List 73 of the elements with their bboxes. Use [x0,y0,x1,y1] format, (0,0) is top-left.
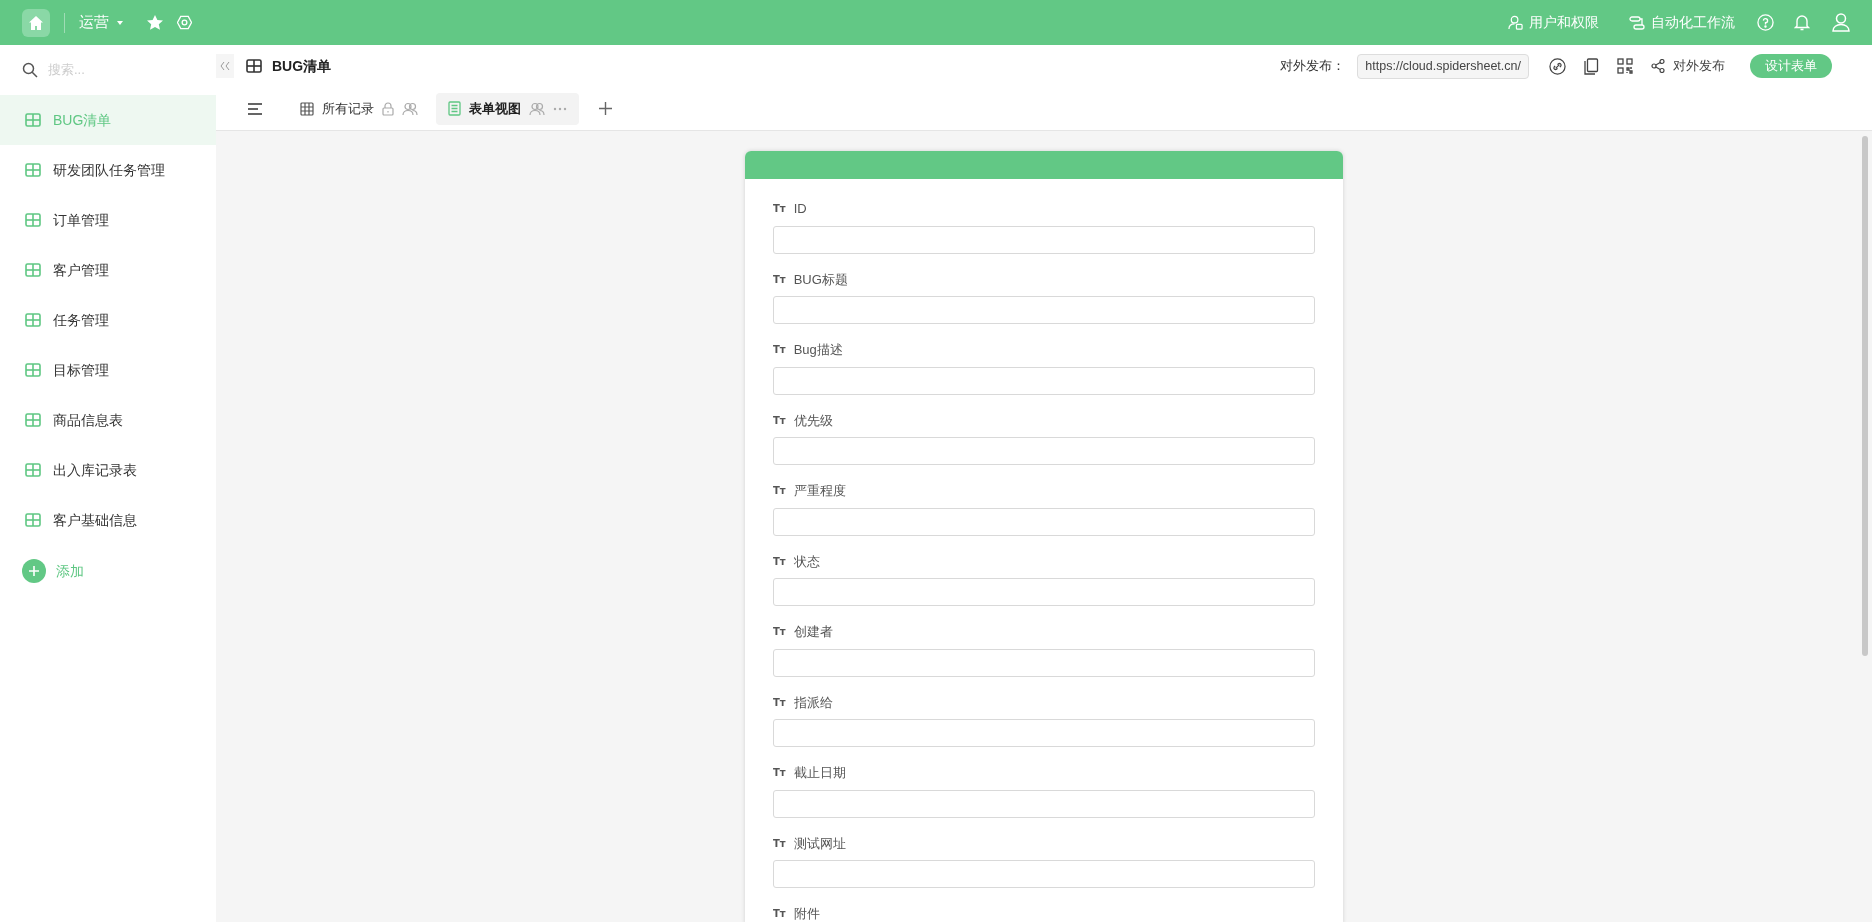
text-type-icon: Tт [773,835,786,851]
input-field[interactable] [773,225,1315,254]
table-icon [25,513,41,527]
text-type-icon: Tт [773,906,786,922]
field-label: 状态 [793,552,820,571]
search-icon [22,62,38,78]
table-icon [246,59,262,73]
table-icon [25,113,41,127]
text-type-icon: Tт [773,624,786,640]
field-label: 优先级 [793,411,833,430]
input-field[interactable] [773,578,1315,606]
link-icon[interactable] [1549,57,1566,75]
text-type-icon: Tт [773,342,786,358]
input-field[interactable] [773,296,1315,324]
grid-icon [300,101,314,116]
add-view-icon[interactable] [599,102,612,115]
view-tab[interactable]: 所有记录 [288,92,430,125]
help-icon[interactable] [1757,14,1774,31]
url-field[interactable]: https://cloud.spidersheet.cn/ [1357,53,1529,79]
text-type-icon: Tт [773,553,786,569]
field-label: 严重程度 [793,482,846,500]
input-field[interactable] [773,437,1315,465]
input-field[interactable] [773,860,1315,888]
table-icon [25,363,41,377]
share-button[interactable]: 对外发布 [1651,56,1725,76]
field-label: BUG标题 [793,270,848,289]
table-icon [25,313,41,327]
copy-icon[interactable] [1584,57,1599,75]
input-field[interactable] [773,507,1315,536]
input-field[interactable] [773,719,1315,747]
field-label: 指派给 [793,693,833,712]
view-title: BUG清单 [272,56,332,76]
field-label: 创建者 [793,623,833,641]
publish-label: 对外发布： [1280,57,1346,76]
more-icon[interactable] [553,106,567,111]
qr-code-icon[interactable] [1617,58,1633,74]
hexagon-icon[interactable] [177,15,192,30]
text-type-icon: Tт [773,694,786,710]
collapse-button[interactable] [216,54,234,78]
share-icon [1651,59,1665,73]
view-tab[interactable]: 表单视图 [436,92,579,125]
text-type-icon: Tт [773,271,786,287]
table-icon [25,263,41,277]
field-label: 截止日期 [793,764,846,782]
input-field[interactable] [773,789,1315,818]
menu-icon[interactable] [248,102,262,115]
chevrons-left-icon [220,62,230,70]
field-label: 测试网址 [793,834,846,853]
field-label: Bug描述 [793,341,843,359]
input-field[interactable] [773,648,1315,677]
field-label: ID [793,200,807,218]
home-icon [28,14,44,31]
table-icon [25,413,41,427]
text-type-icon: Tт [773,412,786,428]
user-icon[interactable] [1832,13,1850,32]
text-type-icon: Tт [773,765,786,781]
field-label: 附件 [793,905,820,922]
bell-icon[interactable] [1794,14,1810,31]
table-icon [25,213,41,227]
people-icon [402,101,418,116]
input-field[interactable] [773,366,1315,395]
plus-circle-icon [22,559,46,583]
user-lock-icon [1508,15,1523,30]
home-button[interactable] [22,8,50,37]
table-icon [25,163,41,177]
text-type-icon: Tт [773,201,786,217]
form-icon [448,101,461,116]
table-icon [25,463,41,477]
caret-icon [117,20,123,25]
text-type-icon: Tт [773,483,786,499]
flow-icon [1629,15,1645,30]
people-icon [529,101,545,116]
star-icon[interactable] [147,15,163,30]
